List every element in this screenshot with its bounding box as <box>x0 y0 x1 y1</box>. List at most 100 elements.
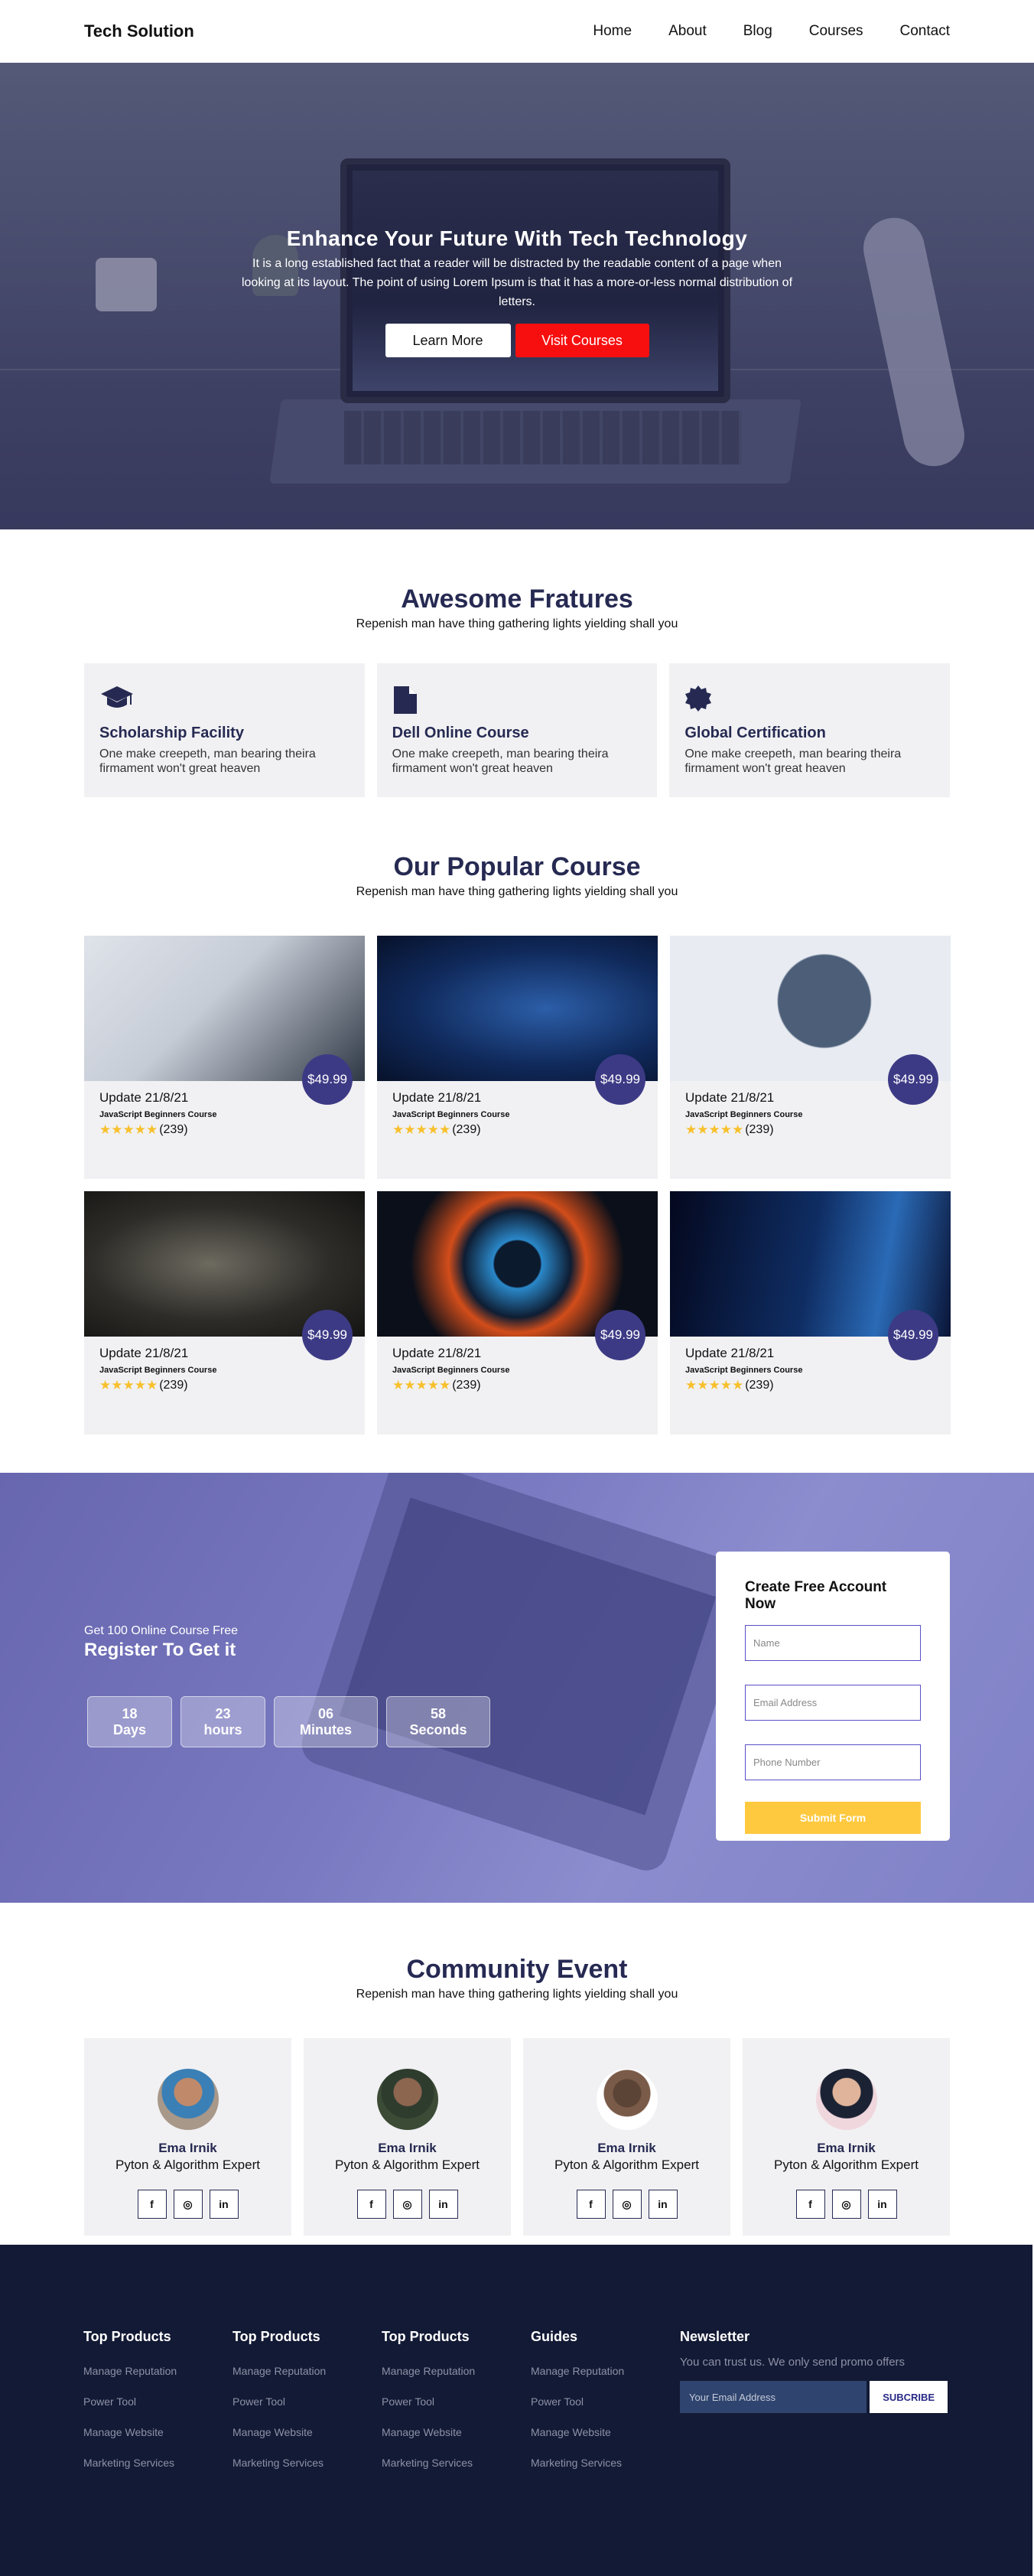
course-card[interactable]: $49.99 Update 21/8/21 JavaScript Beginne… <box>377 1191 658 1435</box>
countdown-hours: 23 hours <box>180 1696 265 1747</box>
linkedin-icon[interactable]: in <box>867 2190 897 2219</box>
subscribe-button[interactable]: SUBCRIBE <box>870 2381 948 2413</box>
register-small-text: Get 100 Online Course Free <box>84 1624 238 1637</box>
social-links: f ◎ in <box>523 2190 730 2219</box>
footer-column-title: Top Products <box>232 2329 320 2344</box>
feature-card: Dell Online Course One make creepeth, ma… <box>376 663 658 797</box>
footer-link[interactable]: Manage Website <box>83 2426 232 2438</box>
footer-link[interactable]: Power Tool <box>232 2395 382 2408</box>
phone-input[interactable]: Phone Number <box>745 1744 921 1780</box>
feature-text: One make creepeth, man bearing theira fi… <box>684 747 902 775</box>
feature-card: Scholarship Facility One make creepeth, … <box>84 663 365 797</box>
course-card[interactable]: $49.99 Update 21/8/21 JavaScript Beginne… <box>84 936 365 1179</box>
nav-menu: Home About Blog Courses Contact <box>556 23 950 40</box>
footer-link[interactable]: Manage Reputation <box>232 2365 382 2377</box>
linkedin-icon[interactable]: in <box>428 2190 458 2219</box>
member-role: Pyton & Algorithm Expert <box>115 2158 260 2172</box>
feature-title: Dell Online Course <box>392 725 529 741</box>
social-links: f ◎ in <box>743 2190 950 2219</box>
nav-about[interactable]: About <box>668 23 707 40</box>
member-card: Ema Irnik Pyton & Algorithm Expert f ◎ i… <box>523 2038 730 2236</box>
visit-courses-button[interactable]: Visit Courses <box>515 324 649 357</box>
nav-blog[interactable]: Blog <box>743 23 772 40</box>
hero-section: Enhance Your Future With Tech Technology… <box>0 63 1034 529</box>
signup-form-title: Create Free Account Now <box>745 1579 887 1612</box>
newsletter-text: You can trust us. We only send promo off… <box>680 2356 906 2369</box>
footer-link[interactable]: Manage Reputation <box>83 2365 232 2377</box>
course-card[interactable]: $49.99 Update 21/8/21 JavaScript Beginne… <box>670 936 951 1179</box>
learn-more-button[interactable]: Learn More <box>385 324 511 357</box>
features-section: Awesome Fratures Repenish man have thing… <box>0 529 1034 797</box>
course-name[interactable]: JavaScript Beginners Course <box>99 1366 350 1375</box>
hero-buttons: Learn More Visit Courses <box>0 324 1034 357</box>
newsletter-form: Your Email Address SUBCRIBE <box>680 2381 948 2413</box>
member-card: Ema Irnik Pyton & Algorithm Expert f ◎ i… <box>304 2038 511 2236</box>
price-badge: $49.99 <box>888 1310 938 1360</box>
course-name[interactable]: JavaScript Beginners Course <box>685 1110 935 1119</box>
course-name[interactable]: JavaScript Beginners Course <box>392 1366 642 1375</box>
feature-text: One make creepeth, man bearing theira fi… <box>99 747 316 775</box>
instagram-icon[interactable]: ◎ <box>173 2190 203 2219</box>
email-input[interactable]: Email Address <box>745 1685 921 1721</box>
event-title: Community Event <box>406 1955 628 1984</box>
newsletter: Newsletter You can trust us. We only sen… <box>680 2329 948 2487</box>
footer-column: Guides Manage Reputation Power Tool Mana… <box>531 2329 680 2487</box>
facebook-icon[interactable]: f <box>137 2190 167 2219</box>
star-icon: ★★★★★ <box>99 1378 158 1392</box>
instagram-icon[interactable]: ◎ <box>612 2190 642 2219</box>
instagram-icon[interactable]: ◎ <box>392 2190 422 2219</box>
instagram-icon[interactable]: ◎ <box>831 2190 861 2219</box>
course-rating: ★★★★★ (239) <box>99 1378 350 1393</box>
footer-link[interactable]: Power Tool <box>83 2395 232 2408</box>
linkedin-icon[interactable]: in <box>648 2190 678 2219</box>
brand-logo[interactable]: Tech Solution <box>84 21 194 41</box>
footer-link[interactable]: Marketing Services <box>531 2457 680 2469</box>
nav-contact[interactable]: Contact <box>900 23 950 40</box>
member-name: Ema Irnik <box>817 2141 876 2155</box>
facebook-icon[interactable]: f <box>576 2190 606 2219</box>
facebook-icon[interactable]: f <box>356 2190 386 2219</box>
course-name[interactable]: JavaScript Beginners Course <box>685 1366 935 1375</box>
footer-link[interactable]: Marketing Services <box>232 2457 382 2469</box>
course-rating: ★★★★★ (239) <box>392 1378 642 1393</box>
footer-link[interactable]: Marketing Services <box>83 2457 232 2469</box>
course-name[interactable]: JavaScript Beginners Course <box>392 1110 642 1119</box>
nav-courses[interactable]: Courses <box>809 23 863 40</box>
linkedin-icon[interactable]: in <box>209 2190 239 2219</box>
courses-heading: Our Popular Course Repenish man have thi… <box>0 852 1034 899</box>
footer-link[interactable]: Manage Website <box>232 2426 382 2438</box>
footer-link[interactable]: Power Tool <box>382 2395 531 2408</box>
footer-column: Top Products Manage Reputation Power Too… <box>83 2329 232 2487</box>
course-rating: ★★★★★ (239) <box>685 1122 935 1138</box>
footer-link[interactable]: Manage Website <box>531 2426 680 2438</box>
footer-link[interactable]: Manage Reputation <box>531 2365 680 2377</box>
footer-link[interactable]: Manage Website <box>382 2426 531 2438</box>
member-row: Ema Irnik Pyton & Algorithm Expert f ◎ i… <box>84 2038 950 2236</box>
course-name[interactable]: JavaScript Beginners Course <box>99 1110 350 1119</box>
footer: Top Products Manage Reputation Power Too… <box>0 2245 1032 2576</box>
facebook-icon[interactable]: f <box>795 2190 825 2219</box>
feature-text: One make creepeth, man bearing theira fi… <box>392 747 609 775</box>
graduation-cap-icon <box>99 685 136 715</box>
course-card[interactable]: $49.99 Update 21/8/21 JavaScript Beginne… <box>670 1191 951 1435</box>
register-promo: Get 100 Online Course Free Register To G… <box>84 1624 490 1747</box>
rating-count: (239) <box>159 1379 188 1392</box>
member-name: Ema Irnik <box>158 2141 217 2155</box>
countdown-seconds: 58 Seconds <box>386 1696 490 1747</box>
course-grid: $49.99 Update 21/8/21 JavaScript Beginne… <box>84 936 951 1435</box>
newsletter-email-input[interactable]: Your Email Address <box>680 2381 867 2413</box>
avatar <box>376 2069 438 2130</box>
nav-home[interactable]: Home <box>593 23 632 40</box>
footer-column: Top Products Manage Reputation Power Too… <box>382 2329 531 2487</box>
name-input[interactable]: Name <box>745 1625 921 1661</box>
rating-count: (239) <box>452 1123 481 1136</box>
submit-form-button[interactable]: Submit Form <box>745 1802 921 1834</box>
footer-link[interactable]: Marketing Services <box>382 2457 531 2469</box>
hero-title: Enhance Your Future With Tech Technology <box>286 226 748 250</box>
course-card[interactable]: $49.99 Update 21/8/21 JavaScript Beginne… <box>84 1191 365 1435</box>
star-icon: ★★★★★ <box>392 1122 451 1137</box>
course-card[interactable]: $49.99 Update 21/8/21 JavaScript Beginne… <box>377 936 658 1179</box>
courses-subtitle: Repenish man have thing gathering lights… <box>356 885 678 898</box>
footer-link[interactable]: Power Tool <box>531 2395 680 2408</box>
footer-link[interactable]: Manage Reputation <box>382 2365 531 2377</box>
